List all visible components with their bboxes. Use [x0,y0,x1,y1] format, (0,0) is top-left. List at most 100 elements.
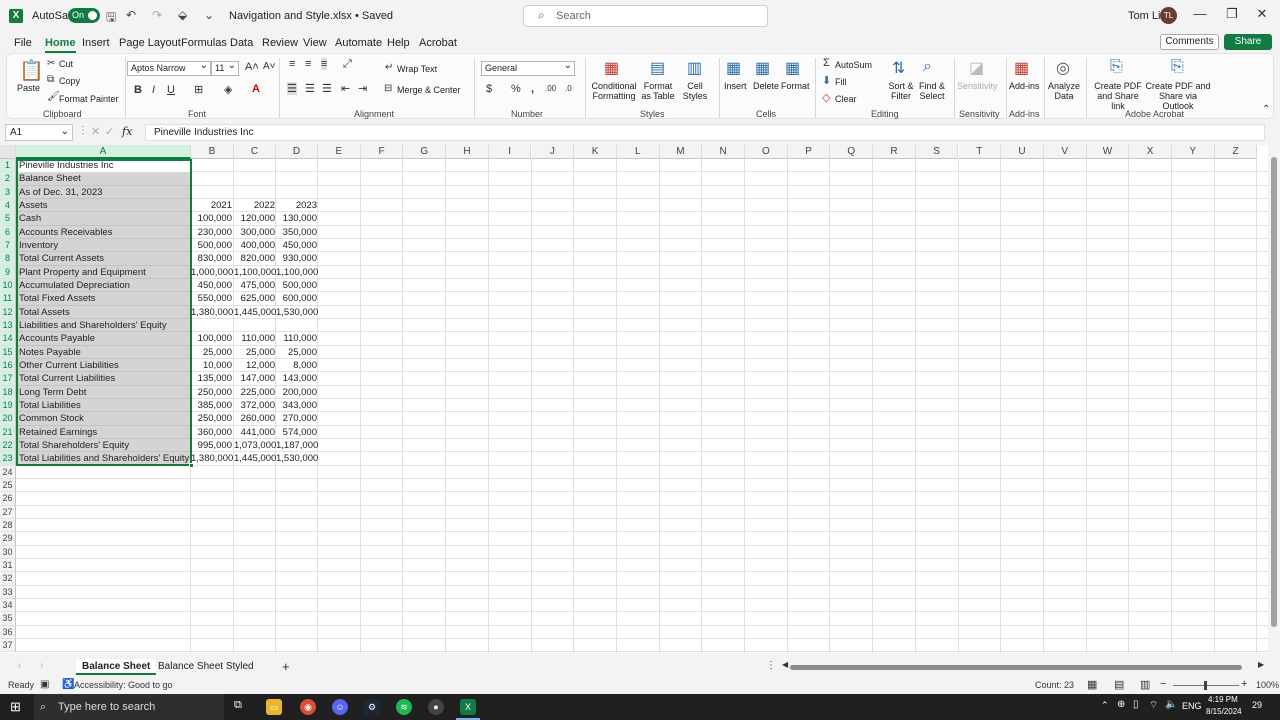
row-header[interactable]: 34 [0,598,16,613]
row-header[interactable]: 22 [0,438,16,453]
tab-home[interactable]: Home [45,37,76,53]
wrap-text-button[interactable]: Wrap Text [397,64,437,74]
comments-button[interactable]: Comments [1160,34,1219,50]
file-explorer-icon[interactable]: ▭ [266,699,282,715]
cell-c[interactable]: 110,000 [234,332,275,345]
copy-icon[interactable]: ⧉ [47,74,54,85]
cell-d[interactable]: 143,000 [276,372,317,385]
cell-a[interactable]: Total Current Liabilities [17,372,191,385]
column-header-i[interactable]: I [488,145,532,159]
cell-c[interactable]: 1,100,000 [234,266,276,279]
cell-d[interactable]: 930,000 [276,252,317,265]
prev-sheet-icon[interactable]: ‹ [18,660,21,671]
accessibility-status[interactable]: Accessibility: Good to go [74,680,173,690]
search-input[interactable]: ⌕ Search [523,5,768,27]
row-header[interactable]: 14 [0,332,16,346]
document-title[interactable]: Navigation and Style.xlsx • Saved [229,10,393,22]
taskbar-search[interactable]: ⌕ Type here to search [34,694,224,720]
cell-d[interactable] [276,186,317,199]
tab-help[interactable]: Help [387,37,410,49]
cell-a[interactable]: Other Current Liabilities [17,359,191,372]
cell-b[interactable]: 230,000 [191,226,232,239]
column-header-p[interactable]: P [787,145,831,159]
cell-b[interactable]: 385,000 [191,399,232,412]
row-header[interactable]: 8 [0,252,16,266]
create-pdf-link-icon[interactable]: ⎘ [1110,58,1123,76]
cell-c[interactable]: 475,000 [234,279,275,292]
windows-start-icon[interactable]: ⊞ [10,699,21,715]
cell-b[interactable]: 360,000 [191,426,232,439]
column-header-y[interactable]: Y [1172,145,1215,159]
row-header[interactable]: 17 [0,372,16,386]
column-header-j[interactable]: J [531,145,575,159]
sheet-tab-balance-sheet[interactable]: Balance Sheet [76,659,157,675]
row-header[interactable]: 3 [0,185,16,199]
column-header-x[interactable]: X [1129,145,1172,159]
fill-color-icon[interactable]: ◈ [224,83,232,96]
bold-button[interactable]: B [134,84,142,96]
row-header[interactable]: 12 [0,305,16,319]
row-header[interactable]: 7 [0,238,16,253]
comma-style-icon[interactable]: , [531,83,534,95]
cell-c[interactable]: 400,000 [234,239,275,252]
cell-b[interactable]: 2021 [191,199,232,212]
cell-b[interactable] [191,186,232,199]
notification-badge[interactable]: 29 [1252,700,1262,710]
add-ins-icon[interactable]: ▦ [1014,58,1029,78]
row-header[interactable]: 5 [0,212,16,226]
redo-icon[interactable]: ↷ [152,8,162,22]
cell-a[interactable]: Total Current Assets [17,252,191,265]
cell-b[interactable]: 500,000 [191,239,232,252]
name-box[interactable]: A1 ⌄ [5,124,73,141]
cell-c[interactable]: 1,073,000 [234,439,276,452]
row-header[interactable]: 37 [0,638,16,653]
analyze-data-button[interactable]: Analyze Data [1048,81,1080,101]
horizontal-scroll-thumb[interactable] [790,665,1242,670]
cell-b[interactable]: 10,000 [191,359,232,372]
cell-a[interactable]: Total Shareholders' Equity [17,439,191,452]
row-header[interactable]: 20 [0,412,16,426]
tab-formulas[interactable]: Formulas [181,37,227,49]
font-size-select[interactable]: 11 [211,59,239,76]
column-header-f[interactable]: F [360,145,404,159]
row-header[interactable]: 36 [0,625,16,639]
excel-taskbar-icon[interactable]: X [460,699,476,715]
zoom-in-icon[interactable]: + [1241,678,1247,690]
share-button[interactable]: Share [1224,34,1272,50]
cell-c[interactable]: 1,445,000 [234,306,276,319]
column-header-m[interactable]: M [659,145,703,159]
cell-c[interactable]: 300,000 [234,226,275,239]
cell-d[interactable]: 1,187,000 [276,439,318,452]
row-header[interactable]: 33 [0,585,16,599]
cell-b[interactable]: 250,000 [191,412,232,425]
cell-b[interactable] [191,172,232,185]
row-header[interactable]: 32 [0,572,16,586]
align-middle-icon[interactable]: ≡ [305,58,311,70]
row-header[interactable]: 26 [0,492,16,506]
row-header[interactable]: 30 [0,545,16,559]
column-header-h[interactable]: H [446,145,489,159]
row-header[interactable]: 1 [0,159,16,173]
merge-center-button[interactable]: Merge & Center [397,85,461,95]
percent-button[interactable]: % [511,83,521,95]
cell-d[interactable]: 350,000 [276,226,317,239]
steam-icon[interactable]: ⚙ [364,699,380,715]
cell-styles-button[interactable]: Cell Styles [679,81,711,101]
format-as-table-button[interactable]: Format as Table [638,81,678,101]
currency-button[interactable]: $ [486,83,492,95]
accessibility-icon[interactable]: ♿ [62,679,74,690]
fill-icon[interactable]: ⬇ [822,74,831,87]
format-painter-icon[interactable]: 🖌 [47,91,60,102]
row-header[interactable]: 21 [0,425,16,439]
cell-c[interactable]: 260,000 [234,412,275,425]
conditional-formatting-button[interactable]: Conditional Formatting [591,81,637,101]
volume-icon[interactable]: 🔈 [1165,699,1177,710]
page-break-view-icon[interactable]: ▥ [1140,678,1150,691]
analyze-data-icon[interactable]: ◎ [1056,58,1070,78]
row-header[interactable]: 6 [0,225,16,239]
format-painter-button[interactable]: Format Painter [59,94,119,104]
cell-b[interactable]: 550,000 [191,292,232,305]
clock-time[interactable]: 4:19 PM [1208,695,1238,704]
cell-c[interactable]: 2022 [234,199,275,212]
next-sheet-icon[interactable]: › [40,660,43,671]
